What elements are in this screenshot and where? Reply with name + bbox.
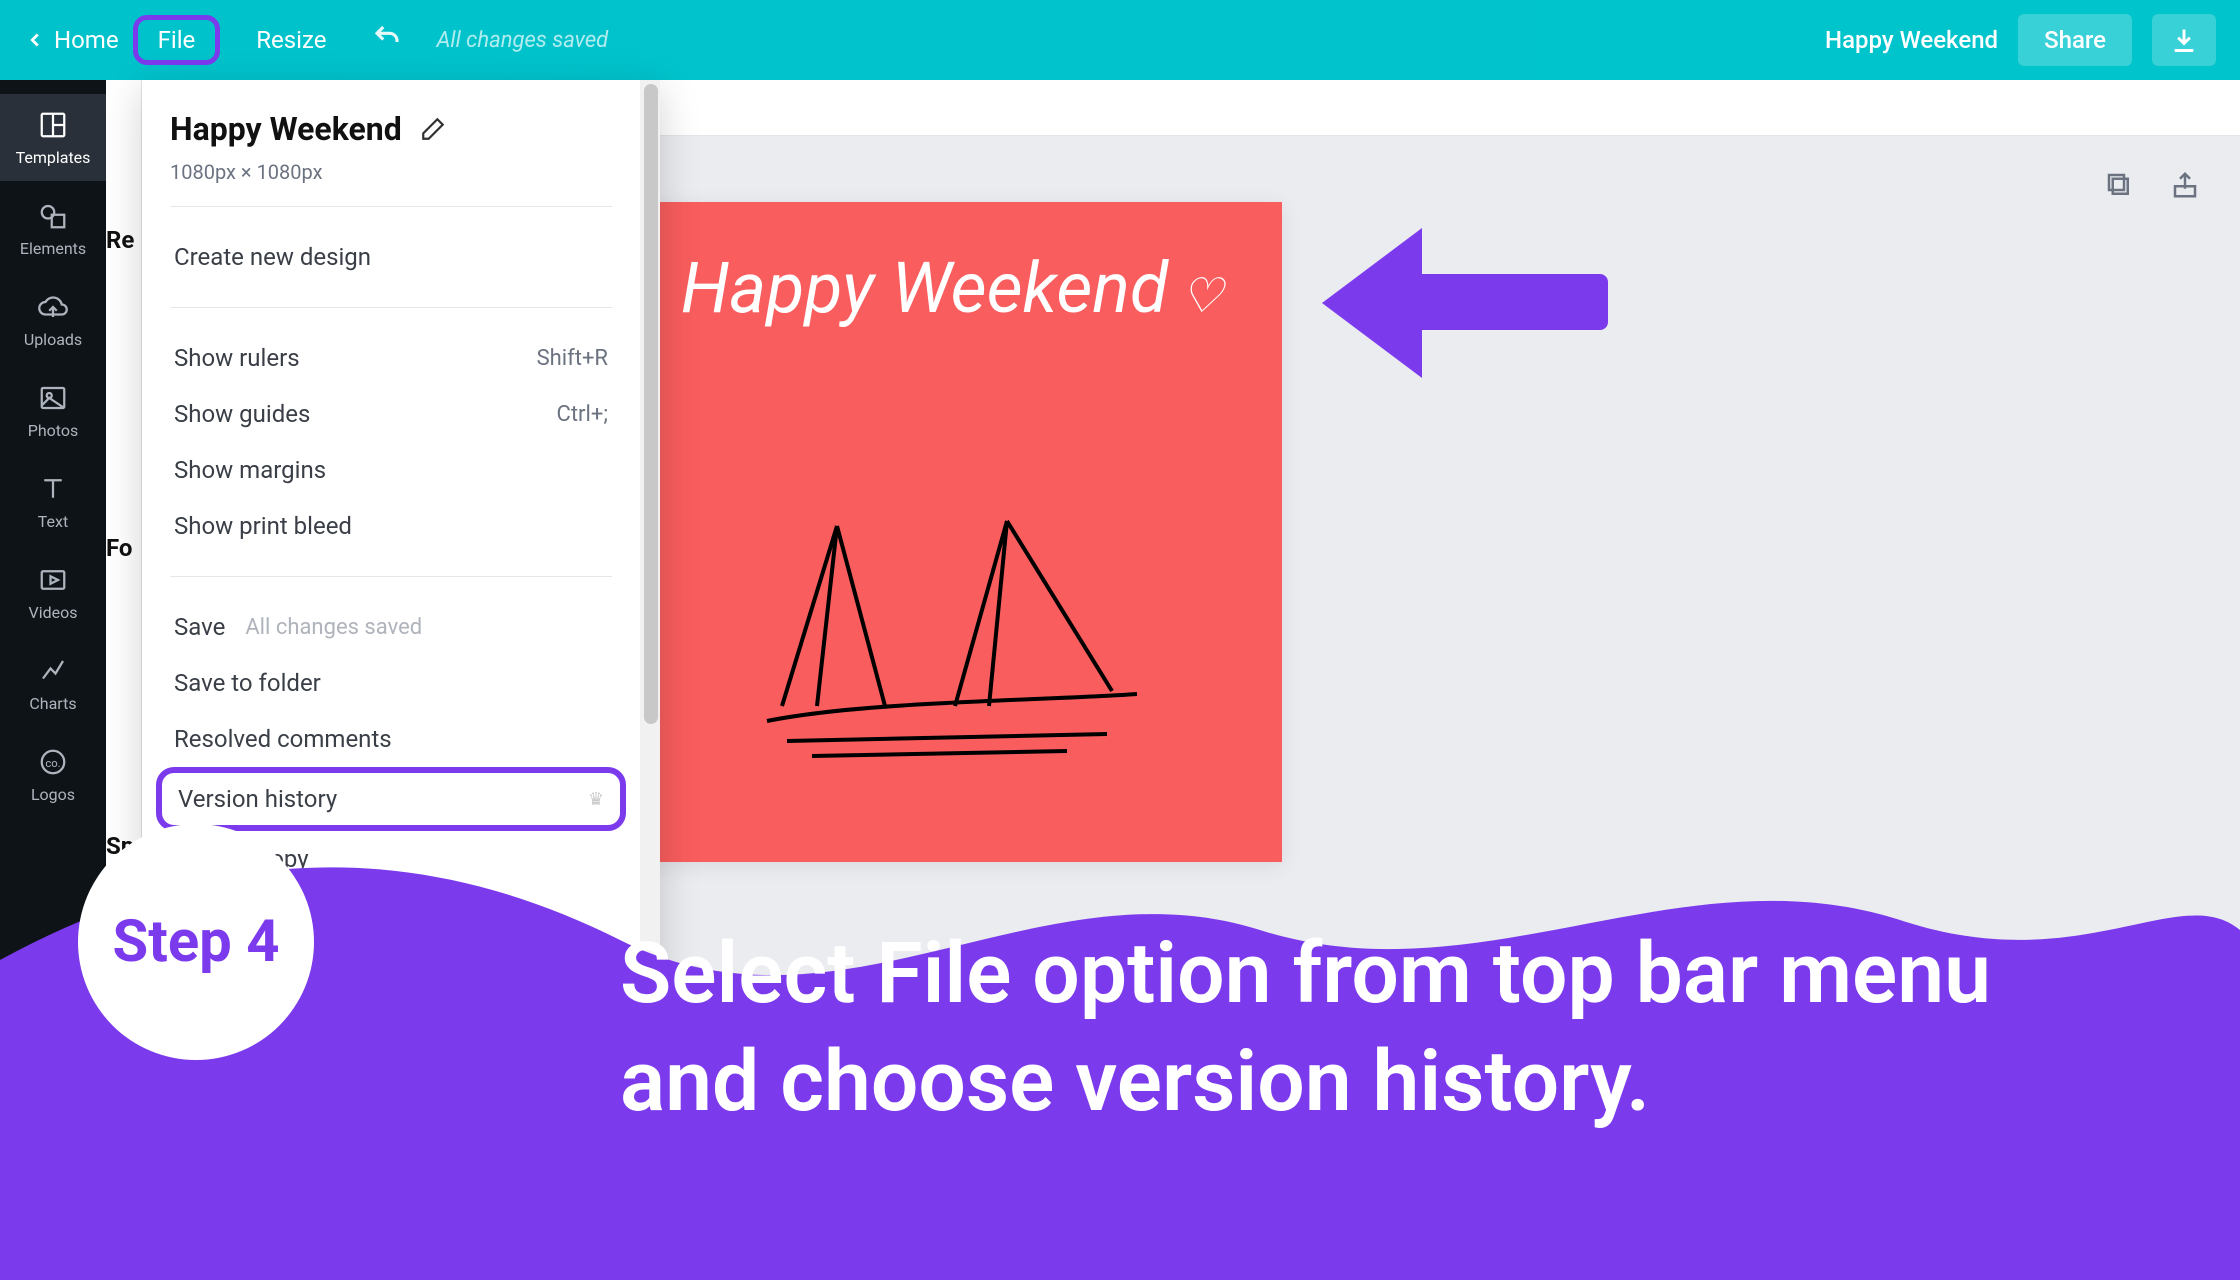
logos-icon: co. xyxy=(38,747,68,777)
save-status-text: All changes saved xyxy=(436,28,608,53)
nav-photos-label: Photos xyxy=(28,421,79,440)
edit-title-icon[interactable] xyxy=(420,116,446,142)
undo-button[interactable] xyxy=(372,22,402,58)
nav-elements[interactable]: Elements xyxy=(0,185,106,272)
menu-resolved-comments[interactable]: Resolved comments xyxy=(170,711,612,767)
nav-charts-label: Charts xyxy=(29,694,76,713)
svg-text:co.: co. xyxy=(45,757,60,770)
file-label: File xyxy=(158,26,196,54)
nav-logos-label: Logos xyxy=(31,785,75,804)
arrow-head-icon xyxy=(1322,228,1422,378)
download-icon xyxy=(2170,26,2198,54)
templates-icon xyxy=(38,110,68,140)
top-bar-left: Home File Resize All changes saved xyxy=(24,15,608,65)
arrow-body xyxy=(1412,274,1608,330)
chevron-left-icon xyxy=(24,26,46,54)
menu-show-print-bleed[interactable]: Show print bleed xyxy=(170,498,612,554)
download-button[interactable] xyxy=(2152,14,2216,66)
separator xyxy=(170,307,612,308)
nav-logos[interactable]: co. Logos xyxy=(0,731,106,818)
file-menu-button[interactable]: File xyxy=(133,15,221,65)
nav-templates-label: Templates xyxy=(16,148,91,167)
menu-show-guides[interactable]: Show guidesCtrl+; xyxy=(170,386,612,442)
uploads-icon xyxy=(38,292,68,322)
tutorial-overlay: Step 4 Select File option from top bar m… xyxy=(0,880,2240,1260)
share-page-icon[interactable] xyxy=(2170,170,2200,200)
nav-text-label: Text xyxy=(38,512,68,531)
elements-icon xyxy=(38,201,68,231)
nav-uploads-label: Uploads xyxy=(24,330,82,349)
heart-icon: ♡ xyxy=(1180,267,1223,324)
menu-save-to-folder[interactable]: Save to folder xyxy=(170,655,612,711)
step-label: Step 4 xyxy=(113,908,280,976)
canvas-tools xyxy=(2104,170,2200,200)
resize-label: Resize xyxy=(256,26,326,54)
nav-templates[interactable]: Templates xyxy=(0,94,106,181)
share-button[interactable]: Share xyxy=(2018,14,2132,66)
text-icon xyxy=(38,474,68,504)
undo-icon xyxy=(372,22,402,52)
charts-icon xyxy=(38,656,68,686)
nav-charts[interactable]: Charts xyxy=(0,640,106,727)
nav-photos[interactable]: Photos xyxy=(0,367,106,454)
photos-icon xyxy=(38,383,68,413)
sailboat-graphic[interactable] xyxy=(717,496,1187,776)
nav-elements-label: Elements xyxy=(20,239,86,258)
file-menu-title-row: Happy Weekend xyxy=(170,110,612,148)
separator xyxy=(170,576,612,577)
top-bar-right: Happy Weekend Share xyxy=(1825,14,2216,66)
resize-menu-button[interactable]: Resize xyxy=(234,16,348,64)
crown-icon: ♛ xyxy=(588,789,604,810)
step-indicator: Step 4 xyxy=(78,824,314,1060)
menu-show-rulers[interactable]: Show rulersShift+R xyxy=(170,330,612,386)
nav-videos-label: Videos xyxy=(29,603,78,622)
back-button[interactable]: Home xyxy=(24,26,119,54)
nav-videos[interactable]: Videos xyxy=(0,549,106,636)
menu-create-new-design[interactable]: Create new design xyxy=(170,229,612,285)
nav-text[interactable]: Text xyxy=(0,458,106,545)
separator xyxy=(170,206,612,207)
file-menu-title[interactable]: Happy Weekend xyxy=(170,110,402,148)
scrollbar-thumb[interactable] xyxy=(644,84,658,724)
file-menu-dimensions: 1080px × 1080px xyxy=(170,160,612,184)
design-canvas[interactable]: Happy Weekend♡ xyxy=(622,202,1282,862)
home-label: Home xyxy=(54,26,119,54)
nav-uploads[interactable]: Uploads xyxy=(0,276,106,363)
menu-show-margins[interactable]: Show margins xyxy=(170,442,612,498)
videos-icon xyxy=(38,565,68,595)
duplicate-page-icon[interactable] xyxy=(2104,170,2134,200)
top-bar: Home File Resize All changes saved Happy… xyxy=(0,0,2240,80)
canvas-heading[interactable]: Happy Weekend♡ xyxy=(622,248,1282,330)
share-label: Share xyxy=(2044,26,2106,54)
instruction-text: Select File option from top bar menu and… xyxy=(620,920,2140,1135)
project-title[interactable]: Happy Weekend xyxy=(1825,26,1998,54)
menu-save[interactable]: Save All changes saved xyxy=(170,599,612,655)
